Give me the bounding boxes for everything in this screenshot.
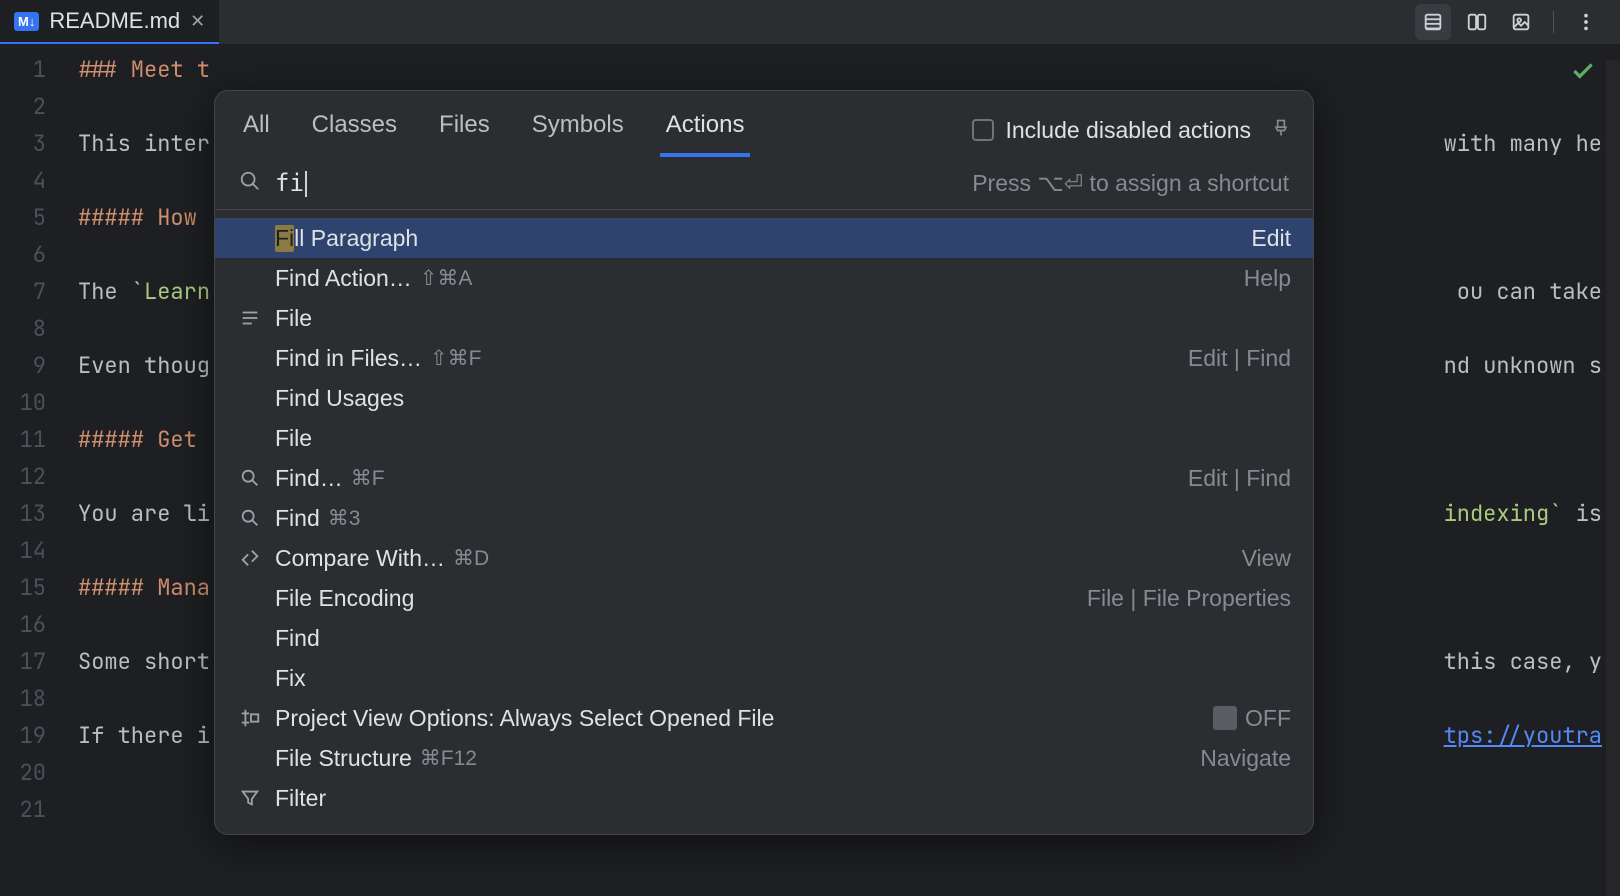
markdown-icon: M↓	[14, 12, 39, 31]
editor-view-button[interactable]	[1415, 4, 1451, 40]
popup-header: All Classes Files Symbols Actions Include di…	[215, 91, 1313, 157]
result-context: Help	[1244, 265, 1291, 292]
result-row[interactable]: Find⌘3	[215, 498, 1313, 538]
pin-icon[interactable]	[1271, 118, 1291, 143]
search-icon	[237, 507, 263, 529]
result-label: File	[275, 305, 312, 332]
results-list: Fill Paragraph Edit Find Action…⇧⌘A Help…	[215, 210, 1313, 834]
result-context: Edit	[1251, 225, 1291, 252]
result-label: Fix	[275, 665, 306, 692]
compare-icon	[237, 547, 263, 569]
result-label: Fill Paragraph	[275, 225, 418, 252]
include-disabled-checkbox[interactable]	[972, 119, 994, 141]
shortcut-label: ⌘3	[328, 506, 361, 531]
result-row[interactable]: File Encoding File | File Properties	[215, 578, 1313, 618]
popup-tabs: All Classes Files Symbols Actions	[237, 103, 750, 157]
result-label: Filter	[275, 785, 326, 812]
result-context: Edit | Find	[1188, 345, 1291, 372]
include-disabled-label: Include disabled actions	[1006, 117, 1252, 144]
result-context: OFF	[1213, 705, 1291, 732]
split-view-button[interactable]	[1459, 4, 1495, 40]
result-row[interactable]: Find…⌘F Edit | Find	[215, 458, 1313, 498]
result-row[interactable]: File	[215, 418, 1313, 458]
result-context: Edit | Find	[1188, 465, 1291, 492]
tab-filename: README.md	[49, 8, 180, 34]
result-context: Navigate	[1200, 745, 1291, 772]
result-label: Find in Files…⇧⌘F	[275, 345, 481, 372]
result-label: Compare With…⌘D	[275, 545, 489, 572]
result-row[interactable]: File Structure⌘F12 Navigate	[215, 738, 1313, 778]
gutter: 123456789101112131415161718192021	[0, 45, 60, 896]
preview-view-button[interactable]	[1503, 4, 1539, 40]
result-label: Find…⌘F	[275, 465, 385, 492]
editor-scrollbar[interactable]	[1606, 60, 1620, 896]
result-label: Find Action…⇧⌘A	[275, 265, 472, 292]
result-row[interactable]: Find Action…⇧⌘A Help	[215, 258, 1313, 298]
shortcut-label: ⇧⌘A	[420, 266, 473, 291]
shortcut-label: ⌘F	[351, 466, 385, 491]
shortcut-label: ⇧⌘F	[430, 346, 481, 371]
project-icon	[237, 707, 263, 729]
popup-tab-actions[interactable]: Actions	[660, 103, 751, 157]
search-everywhere-popup: All Classes Files Symbols Actions Include di…	[214, 90, 1314, 835]
popup-tab-classes[interactable]: Classes	[306, 103, 403, 157]
result-row[interactable]: Project View Options: Always Select Open…	[215, 698, 1313, 738]
result-row[interactable]: Compare With…⌘D View	[215, 538, 1313, 578]
search-input[interactable]: fi	[275, 169, 307, 197]
result-row[interactable]: Fill Paragraph Edit	[215, 218, 1313, 258]
shortcut-label: ⌘F12	[420, 746, 477, 771]
result-row[interactable]: Find Usages	[215, 378, 1313, 418]
result-context: View	[1242, 545, 1291, 572]
result-row[interactable]: Find	[215, 618, 1313, 658]
analysis-ok-icon[interactable]	[1570, 58, 1596, 89]
lines-icon	[237, 307, 263, 329]
popup-header-right: Include disabled actions	[972, 117, 1292, 144]
tab-bar: M↓ README.md ✕	[0, 0, 1620, 45]
popup-tab-files[interactable]: Files	[433, 103, 496, 157]
toolbar-right	[1415, 4, 1620, 40]
toolbar-divider	[1553, 11, 1554, 33]
file-tab[interactable]: M↓ README.md ✕	[0, 0, 219, 44]
shortcut-label: ⌘D	[453, 546, 489, 571]
result-label: Find Usages	[275, 385, 404, 412]
result-label: File	[275, 425, 312, 452]
more-options-button[interactable]	[1568, 4, 1604, 40]
close-icon[interactable]: ✕	[190, 11, 205, 32]
popup-tab-symbols[interactable]: Symbols	[526, 103, 630, 157]
result-label: File Structure⌘F12	[275, 745, 477, 772]
result-row[interactable]: Find in Files…⇧⌘F Edit | Find	[215, 338, 1313, 378]
result-label: Find⌘3	[275, 505, 360, 532]
search-icon	[237, 467, 263, 489]
toggle-off[interactable]: OFF	[1213, 705, 1291, 732]
filter-icon	[237, 787, 263, 809]
search-input-row: fi Press ⌥⏎ to assign a shortcut	[215, 157, 1313, 210]
result-label: File Encoding	[275, 585, 414, 612]
result-label: Project View Options: Always Select Open…	[275, 705, 774, 732]
popup-tab-all[interactable]: All	[237, 103, 276, 157]
result-label: Find	[275, 625, 320, 652]
assign-shortcut-hint: Press ⌥⏎ to assign a shortcut	[972, 170, 1289, 197]
result-row[interactable]: Filter	[215, 778, 1313, 818]
search-icon	[239, 170, 261, 197]
result-context: File | File Properties	[1087, 585, 1291, 612]
result-row[interactable]: Fix	[215, 658, 1313, 698]
result-row[interactable]: File	[215, 298, 1313, 338]
